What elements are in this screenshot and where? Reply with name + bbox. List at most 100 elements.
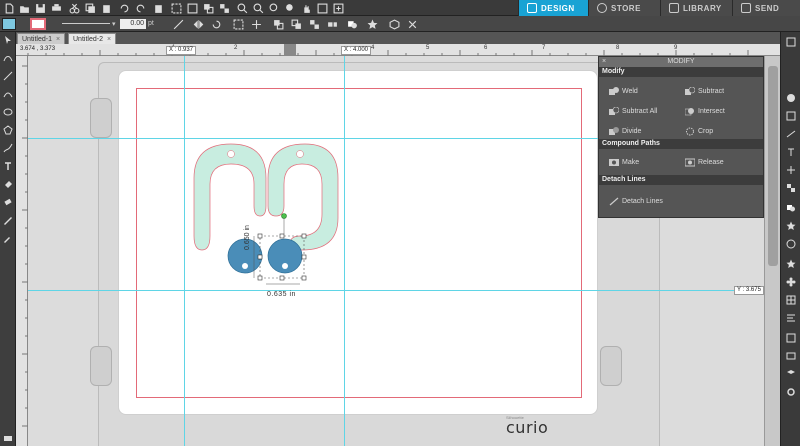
flower-panel-icon[interactable] xyxy=(785,276,797,288)
scrollbar-thumb[interactable] xyxy=(768,66,778,266)
flip-icon[interactable] xyxy=(192,18,204,30)
zoom-out-icon[interactable] xyxy=(252,2,264,14)
replicate-icon[interactable] xyxy=(326,18,338,30)
pixscan-panel-icon[interactable] xyxy=(785,332,797,344)
line-style-selector[interactable] xyxy=(62,23,110,24)
add-page-icon[interactable] xyxy=(332,2,344,14)
line-style-dropdown-icon[interactable]: ▾ xyxy=(112,20,116,28)
layers-icon[interactable] xyxy=(2,432,14,444)
pan-hand-icon[interactable] xyxy=(300,2,312,14)
zoom-box-icon[interactable] xyxy=(316,2,328,14)
line-tool-icon[interactable] xyxy=(2,70,14,82)
release-compound-button[interactable]: Release xyxy=(685,156,724,168)
detach-lines-button[interactable]: Detach Lines xyxy=(609,195,663,207)
grid-panel-icon[interactable] xyxy=(785,294,797,306)
star-shape-icon[interactable] xyxy=(366,18,378,30)
knife-tool-icon[interactable] xyxy=(2,214,14,226)
horizontal-ruler[interactable]: 1 2 3 4 5 6 7 8 9 X : 0.937 X : 4.000 xyxy=(16,44,780,56)
sketch-panel-icon[interactable] xyxy=(785,128,797,140)
zoom-selected-icon[interactable] xyxy=(284,2,296,14)
tab-untitled-1[interactable]: Untitled-1 × xyxy=(17,33,66,44)
text-panel-icon[interactable] xyxy=(785,146,797,158)
paste-icon[interactable] xyxy=(100,2,112,14)
polygon-tool-icon[interactable] xyxy=(2,124,14,136)
line-panel-icon[interactable] xyxy=(785,110,797,122)
bring-front-icon[interactable] xyxy=(272,18,284,30)
close-icon[interactable]: × xyxy=(602,57,606,67)
make-compound-icon xyxy=(609,158,619,166)
modify-panel-icon[interactable] xyxy=(346,18,358,30)
fill-panel-icon[interactable] xyxy=(785,92,797,104)
zoom-in-icon[interactable] xyxy=(236,2,248,14)
deselect-icon[interactable] xyxy=(186,2,198,14)
divide-icon xyxy=(609,126,619,135)
close-x-icon[interactable] xyxy=(406,18,418,30)
make-compound-button[interactable]: Make xyxy=(609,156,639,168)
group-icon[interactable] xyxy=(202,2,214,14)
undo-icon[interactable] xyxy=(118,2,130,14)
delete-icon[interactable] xyxy=(152,2,164,14)
fill-tool-icon[interactable] xyxy=(2,178,14,190)
open-folder-icon[interactable] xyxy=(18,2,30,14)
line-color-swatch[interactable] xyxy=(30,18,46,30)
rotate-icon[interactable] xyxy=(210,18,222,30)
intersect-button[interactable]: Intersect xyxy=(685,105,725,117)
transform-panel-icon[interactable] xyxy=(785,164,797,176)
pointer-tool-icon[interactable] xyxy=(2,34,14,46)
weld-button[interactable]: Weld xyxy=(609,85,638,97)
text-tool-icon[interactable] xyxy=(2,160,14,172)
subtract-all-icon xyxy=(609,106,619,115)
zoom-fit-icon[interactable] xyxy=(268,2,280,14)
send-tab[interactable]: SEND xyxy=(732,0,800,16)
subtract-all-button[interactable]: Subtract All xyxy=(609,105,657,117)
fill-color-swatch[interactable] xyxy=(2,18,16,30)
tab-untitled-2[interactable]: Untitled-2 × xyxy=(68,33,117,44)
store-tab-label: STORE xyxy=(611,3,641,13)
3d-box-icon[interactable] xyxy=(388,18,400,30)
cut-icon[interactable] xyxy=(68,2,80,14)
copy-icon[interactable] xyxy=(84,2,96,14)
ellipse-tool-icon[interactable] xyxy=(2,106,14,118)
close-icon[interactable]: × xyxy=(56,36,60,43)
line-width-input[interactable]: 0.00 xyxy=(120,19,146,29)
edit-points-icon[interactable] xyxy=(2,52,14,64)
curve-tool-icon[interactable] xyxy=(2,88,14,100)
star-panel-icon[interactable] xyxy=(785,258,797,270)
offset-panel-icon[interactable] xyxy=(785,220,797,232)
print-icon[interactable] xyxy=(50,2,62,14)
layers-panel-icon[interactable] xyxy=(785,368,797,380)
eraser-tool-icon[interactable] xyxy=(2,196,14,208)
settings-panel-icon[interactable] xyxy=(785,386,797,398)
page-setup-icon[interactable] xyxy=(785,36,797,48)
new-file-icon[interactable] xyxy=(3,2,15,14)
library-icon xyxy=(669,3,679,13)
modify-panel-icon[interactable] xyxy=(785,202,797,214)
library-panel-icon[interactable] xyxy=(785,350,797,362)
trace-panel-icon[interactable] xyxy=(785,238,797,250)
library-tab[interactable]: LIBRARY xyxy=(660,0,732,16)
arrange-icon[interactable] xyxy=(308,18,320,30)
store-tab[interactable]: STORE xyxy=(588,0,660,16)
freehand-tool-icon[interactable] xyxy=(2,142,14,154)
ruler-ticks xyxy=(22,65,28,427)
replicate-panel-icon[interactable] xyxy=(785,182,797,194)
select-all-icon[interactable] xyxy=(170,2,182,14)
center-icon[interactable] xyxy=(250,18,262,30)
eyedropper-tool-icon[interactable] xyxy=(2,232,14,244)
ungroup-icon[interactable] xyxy=(218,2,230,14)
save-icon[interactable] xyxy=(34,2,46,14)
align-panel-icon[interactable] xyxy=(785,312,797,324)
tab-label: Untitled-1 xyxy=(22,36,52,43)
redo-icon[interactable] xyxy=(134,2,146,14)
vertical-ruler[interactable] xyxy=(16,56,28,446)
crop-button[interactable]: Crop xyxy=(685,125,713,137)
design-tab[interactable]: DESIGN xyxy=(518,0,588,16)
close-icon[interactable]: × xyxy=(107,36,111,43)
divide-button[interactable]: Divide xyxy=(609,125,641,137)
send-back-icon[interactable] xyxy=(290,18,302,30)
vertical-scrollbar[interactable] xyxy=(764,56,780,446)
line-tool-icon[interactable] xyxy=(172,18,184,30)
subtract-button[interactable]: Subtract xyxy=(685,85,724,97)
design-icon xyxy=(527,3,537,13)
align-icon[interactable] xyxy=(232,18,244,30)
